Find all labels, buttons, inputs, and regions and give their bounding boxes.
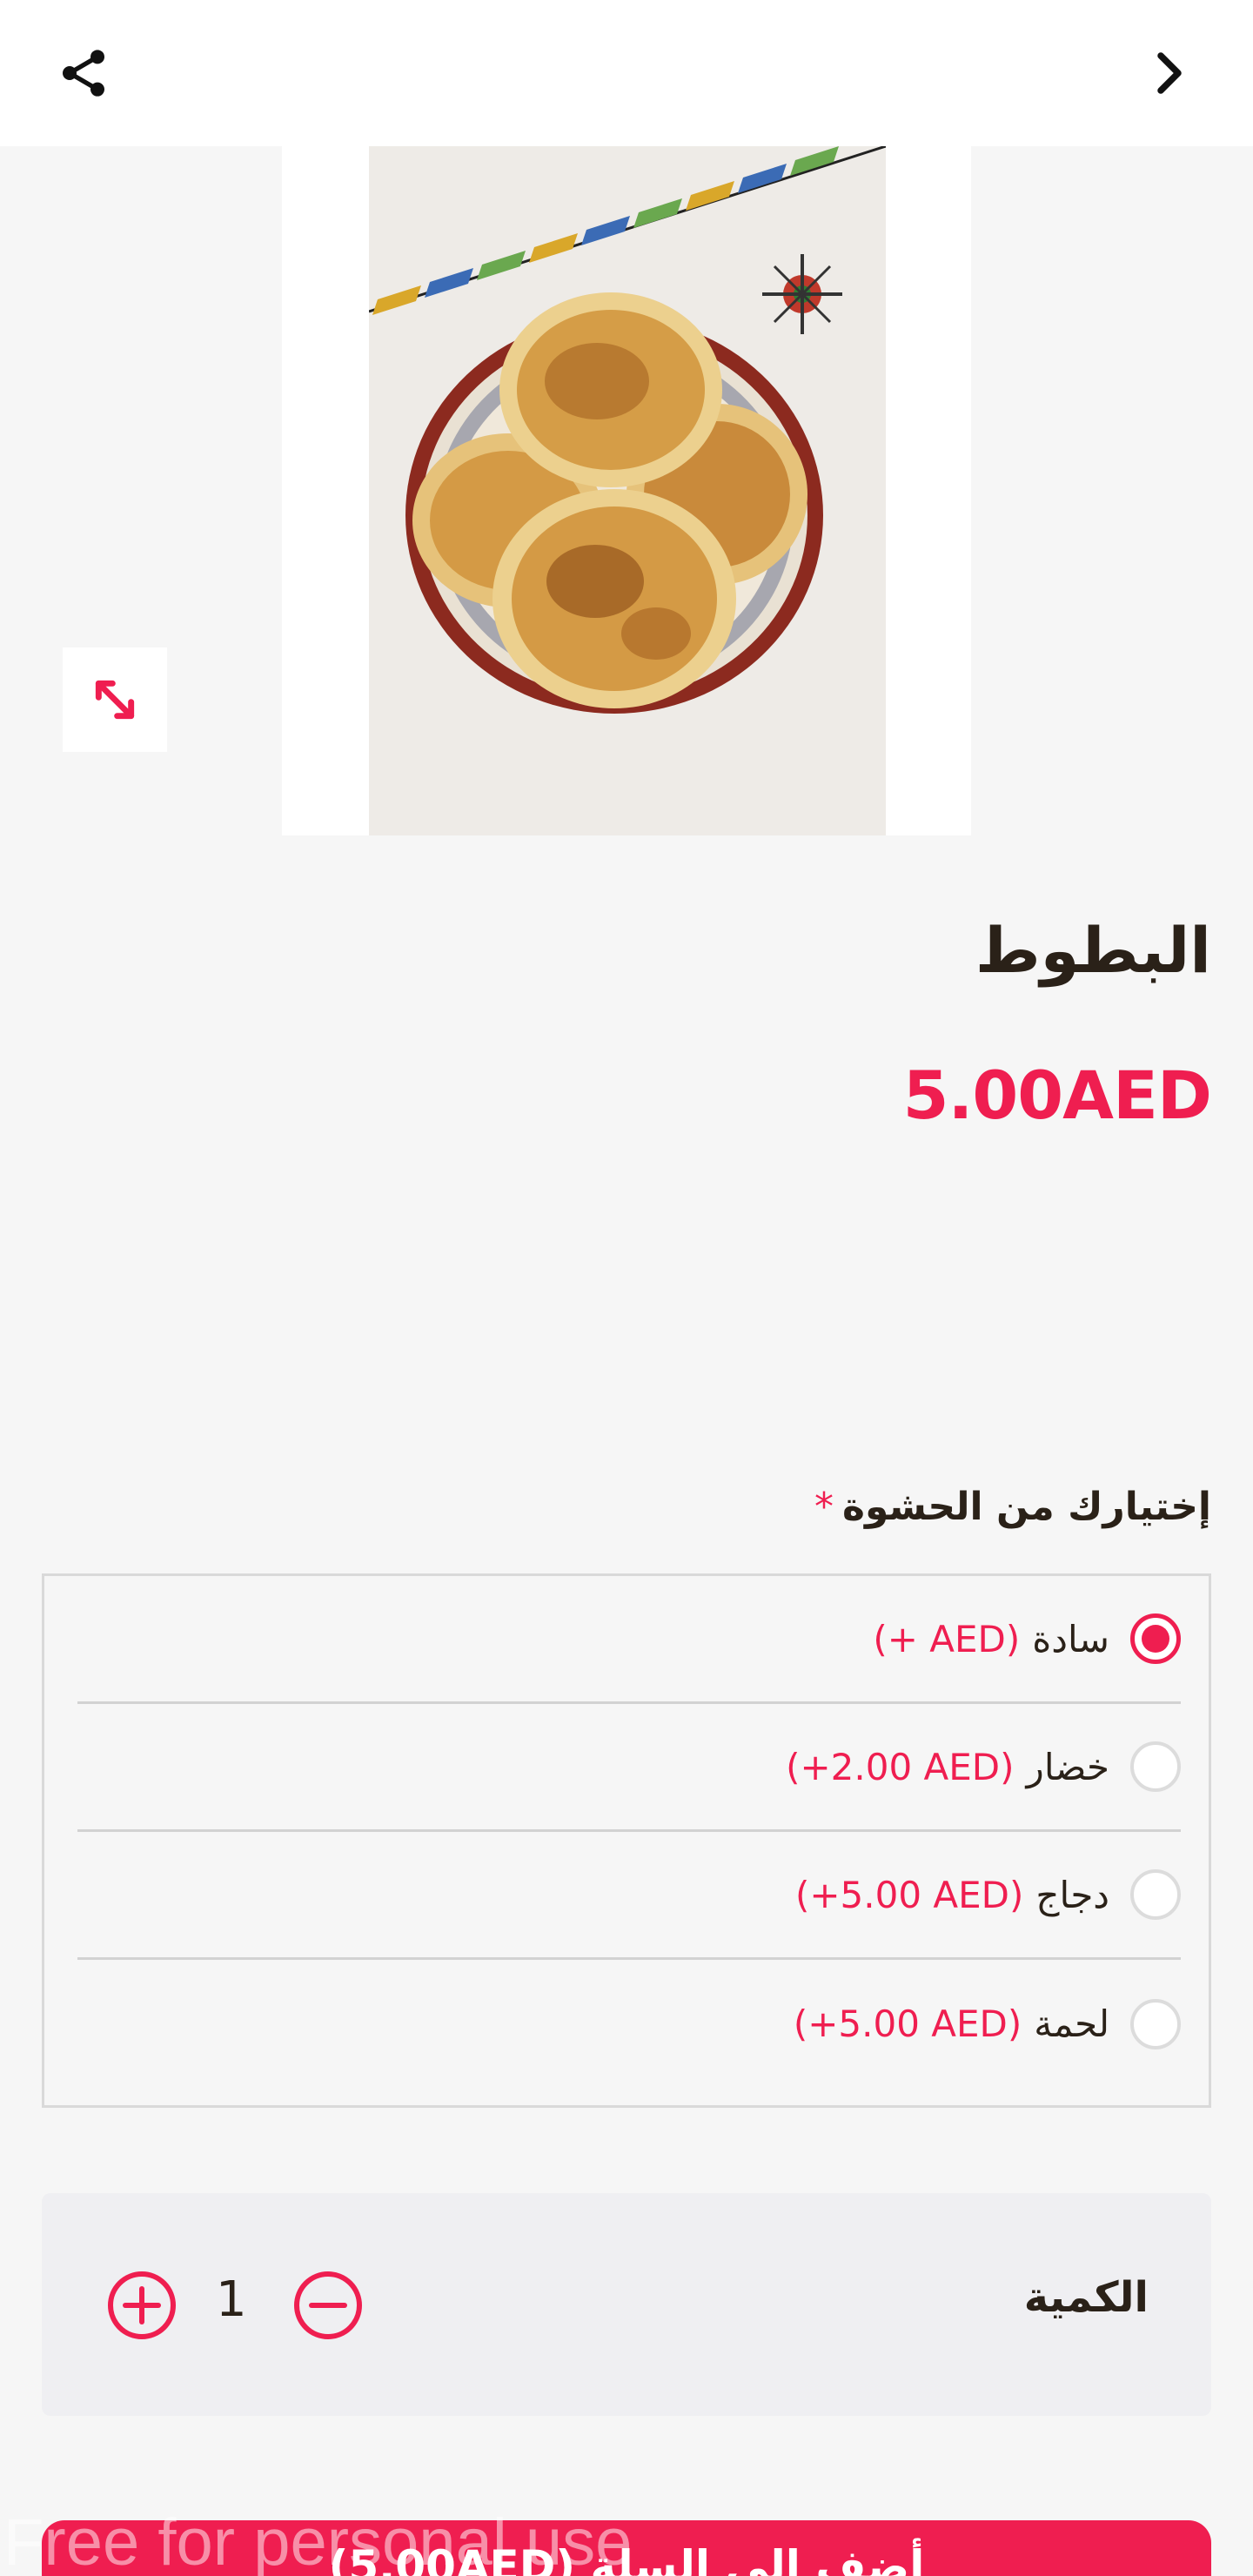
minus-circle-icon xyxy=(294,2271,362,2339)
decrease-quantity-button[interactable] xyxy=(292,2270,364,2341)
required-mark: * xyxy=(814,1485,834,1529)
quantity-stepper: الكمية 1 xyxy=(42,2193,1211,2416)
radio-icon[interactable] xyxy=(1130,1869,1181,1920)
product-price: 5.00AED xyxy=(902,1057,1212,1134)
back-button[interactable] xyxy=(1126,30,1213,117)
quantity-label: الكمية xyxy=(1023,2273,1149,2322)
options-title-text: إختيارك من الحشوة xyxy=(841,1485,1211,1529)
option-item[interactable]: خضار (+2.00 AED) xyxy=(77,1704,1181,1832)
product-name: البطوط xyxy=(975,914,1211,987)
add-to-cart-button[interactable]: أضف إلى السلة (5.00AED) xyxy=(42,2520,1211,2576)
radio-selected-icon[interactable] xyxy=(1130,1613,1181,1664)
food-photo-illustration xyxy=(369,146,886,835)
top-bar xyxy=(0,0,1253,146)
product-image-frame[interactable] xyxy=(282,146,971,835)
options-title: إختيارك من الحشوة* xyxy=(814,1485,1211,1529)
chevron-right-icon xyxy=(1157,52,1182,94)
option-item[interactable]: دجاج (+5.00 AED) xyxy=(77,1832,1181,1960)
option-item[interactable]: سادة (+ AED) xyxy=(77,1576,1181,1704)
share-icon xyxy=(63,50,104,97)
radio-icon[interactable] xyxy=(1130,1998,1181,2049)
option-label: خضار xyxy=(1026,1745,1109,1788)
option-label: دجاج xyxy=(1035,1873,1109,1916)
quantity-value: 1 xyxy=(216,2271,247,2328)
product-photo[interactable] xyxy=(369,146,886,835)
option-label: لحمة xyxy=(1034,2002,1109,2045)
option-label: سادة xyxy=(1032,1617,1109,1660)
options-list: سادة (+ AED) خضار (+2.00 AED) دجاج (+5.0… xyxy=(42,1573,1211,2108)
increase-quantity-button[interactable] xyxy=(106,2270,178,2341)
option-price: (+ AED) xyxy=(873,1617,1021,1660)
radio-icon[interactable] xyxy=(1130,1741,1181,1792)
expand-image-button[interactable] xyxy=(63,647,167,752)
option-item[interactable]: لحمة (+5.00 AED) xyxy=(77,1960,1181,2088)
share-button[interactable] xyxy=(40,30,127,117)
plus-circle-icon xyxy=(108,2271,176,2339)
option-price: (+5.00 AED) xyxy=(793,2002,1022,2045)
product-image-area xyxy=(0,146,1253,835)
expand-icon xyxy=(95,680,135,720)
option-price: (+2.00 AED) xyxy=(786,1745,1015,1788)
option-price: (+5.00 AED) xyxy=(794,1873,1024,1916)
